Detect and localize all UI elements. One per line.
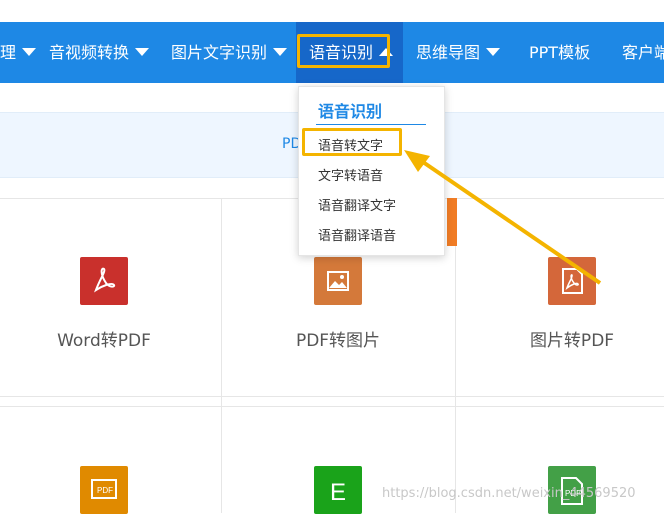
watermark-text: https://blog.csdn.net/weixin_44569520 xyxy=(382,486,636,501)
annotation-arrow-icon xyxy=(404,150,602,285)
